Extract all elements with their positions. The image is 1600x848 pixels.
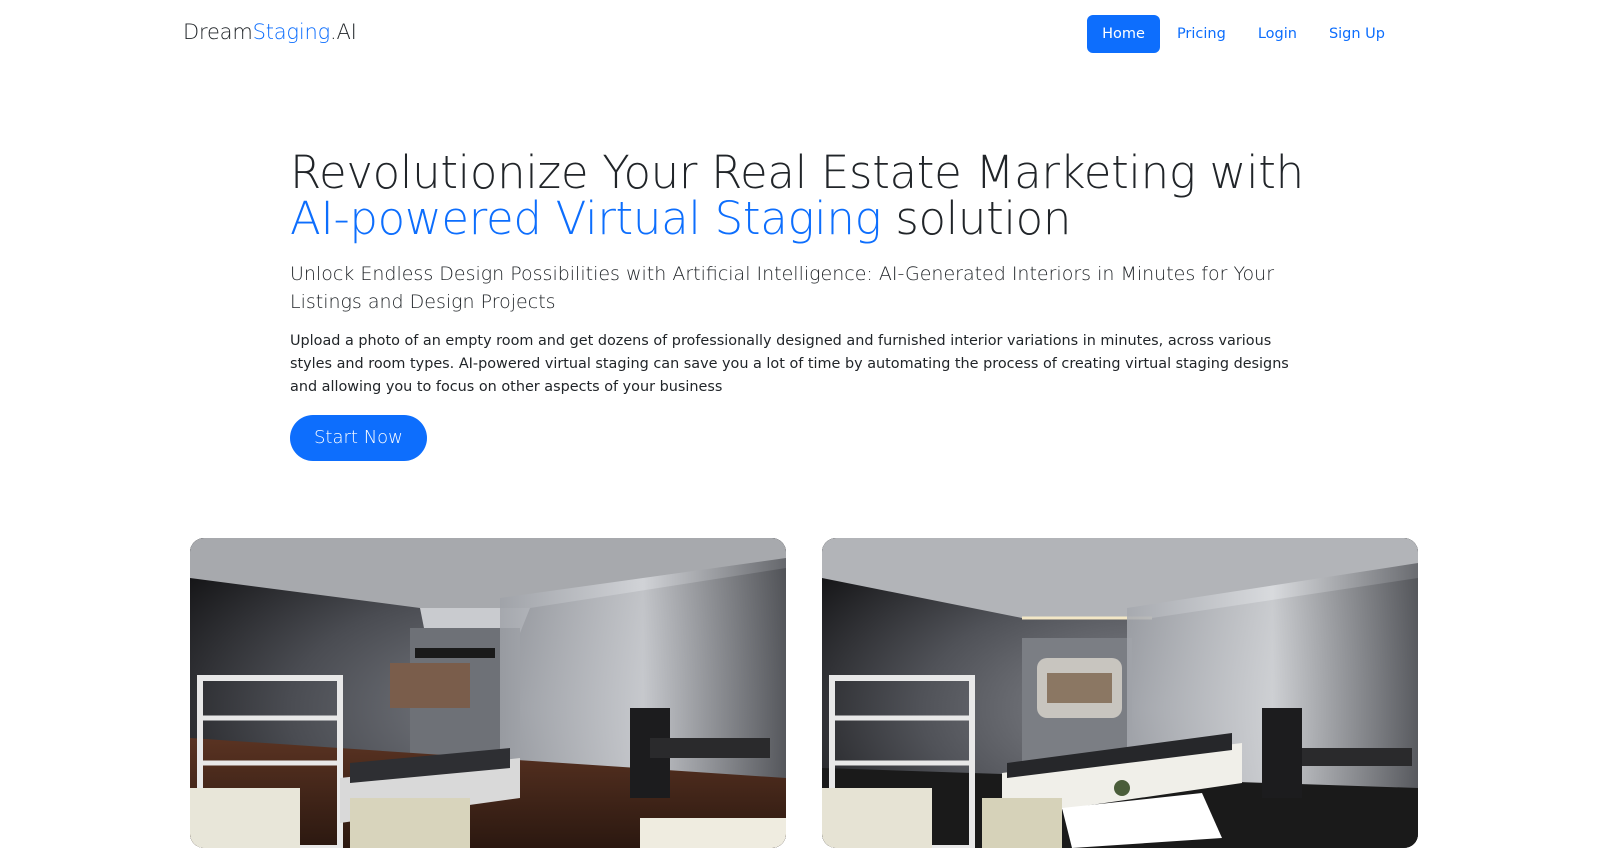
after-room-illustration: [822, 538, 1418, 848]
start-now-button[interactable]: Start Now: [290, 415, 427, 461]
brand-part-staging: Staging: [252, 20, 331, 44]
brand-logo[interactable]: DreamStaging.AI: [183, 20, 357, 44]
hero-headline: Revolutionize Your Real Estate Marketing…: [290, 150, 1320, 242]
headline-highlight: AI-powered Virtual Staging: [290, 192, 882, 245]
top-navbar: DreamStaging.AI Home Pricing Login Sign …: [0, 0, 1600, 70]
nav-links: Home Pricing Login Sign Up: [1087, 15, 1400, 53]
nav-pricing-link[interactable]: Pricing: [1162, 15, 1241, 53]
headline-end: solution: [881, 192, 1072, 245]
brand-part-ai: .AI: [329, 20, 357, 44]
hero-lead: Unlock Endless Design Possibilities with…: [290, 263, 1275, 313]
nav-home-link[interactable]: Home: [1087, 15, 1160, 53]
hero-description: Upload a photo of an empty room and get …: [290, 333, 1289, 395]
brand-part-dream: Dream: [183, 20, 253, 44]
nav-signup-link[interactable]: Sign Up: [1314, 15, 1400, 53]
before-room-illustration: [190, 538, 786, 848]
before-room-photo: [190, 538, 786, 848]
after-staged-room-photo: [822, 538, 1418, 848]
nav-login-link[interactable]: Login: [1243, 15, 1312, 53]
hero-section: Revolutionize Your Real Estate Marketing…: [290, 150, 1320, 461]
